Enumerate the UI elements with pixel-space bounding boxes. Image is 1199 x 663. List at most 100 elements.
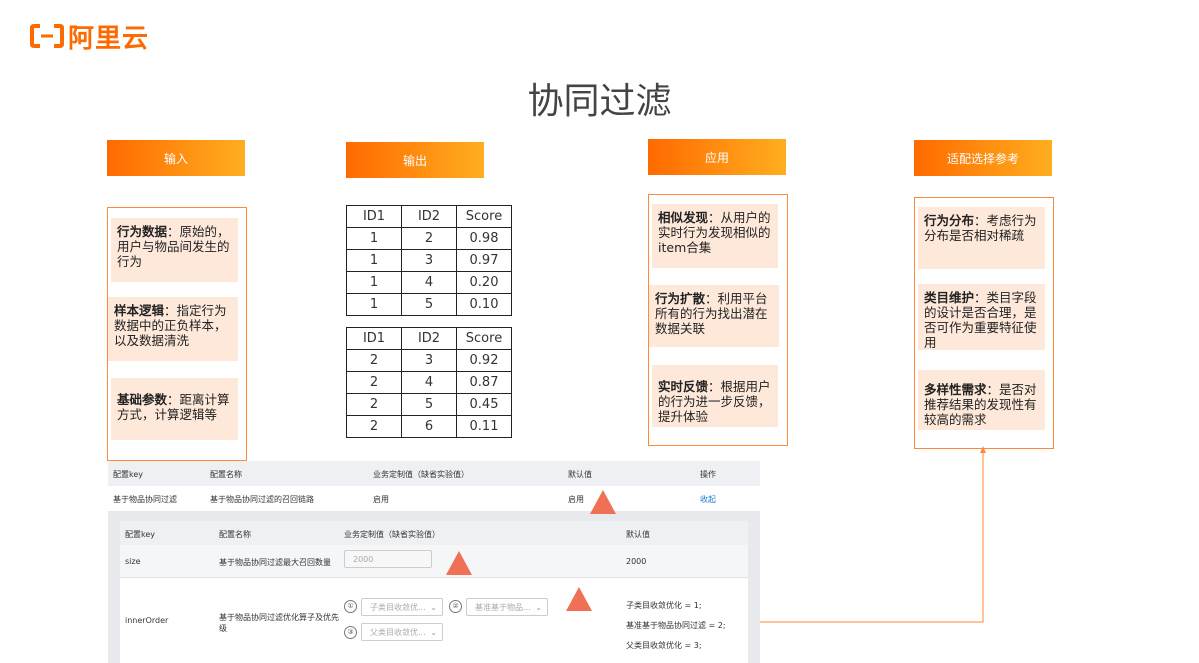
config-inner-wrapper: 配置key 配置名称 业务定制值（缺省实验值） 默认值 size 基于物品协同过… (108, 511, 760, 663)
table-header: Score (456, 327, 512, 350)
select-value: 父类目收敛优... (370, 628, 426, 637)
application-card-3: 实时反馈：根据用户的行为进一步反馈，提升体验 (652, 365, 778, 427)
aliyun-logo: 阿里云 (30, 20, 150, 54)
config-outer-table: 配置key 配置名称 业务定制值（缺省实验值） 默认值 操作 基于物品协同过滤 … (108, 461, 760, 511)
table-cell: 2 (346, 349, 402, 372)
table-row: 基于物品协同过滤 基于物品协同过滤的召回链路 启用 启用 收起 (108, 486, 760, 511)
table-row: 1 2 0.98 (346, 227, 512, 250)
config-key: size (125, 557, 141, 566)
card-title: 行为分布 (924, 213, 975, 228)
card-title: 基础参数 (117, 392, 168, 407)
connector-arrow (760, 446, 986, 623)
triangle-marker-icon (566, 587, 592, 611)
col-header: 默认值 (568, 470, 592, 479)
col-header: 配置名称 (219, 530, 251, 539)
table-cell: 6 (401, 415, 457, 438)
card-title: 多样性需求 (924, 382, 987, 397)
input-card-3: 基础参数：距离计算方式，计算逻辑等 (111, 378, 238, 440)
table-row: 2 4 0.87 (346, 371, 512, 394)
input-header: 输入 (107, 140, 245, 176)
table-header: ID1 (346, 327, 402, 350)
page-title: 协同过滤 (527, 81, 672, 122)
card-title: 相似发现 (658, 210, 709, 225)
reference-header: 适配选择参考 (914, 140, 1052, 176)
col-header: 配置key (113, 470, 144, 479)
application-header: 应用 (648, 139, 786, 175)
select-value: 基准基于物品... (475, 603, 531, 612)
order-select-2[interactable]: 基准基于物品... ⌄ (466, 598, 548, 616)
default-order-line: 子类目收敛优化 = 1; (626, 601, 702, 610)
config-key: 基于物品协同过滤 (113, 495, 177, 504)
chevron-down-icon: ⌄ (430, 603, 437, 612)
default-order-line: 基准基于物品协同过滤 = 2; (626, 621, 726, 630)
col-header: 操作 (700, 470, 716, 479)
size-input[interactable]: 2000 (344, 550, 432, 568)
table-row: size 基于物品协同过滤最大召回数量 2000 2000 (120, 545, 748, 578)
table-cell: 4 (401, 271, 457, 294)
card-title: 实时反馈 (658, 379, 709, 394)
table-cell: 0.20 (456, 271, 512, 294)
output-table-1: ID1 ID2 Score 1 2 0.98 1 3 0.97 1 4 0.20 1 5 0.1… (346, 205, 512, 316)
order-select-1[interactable]: 子类目收敛优... ⌄ (361, 598, 443, 616)
config-name: 基于物品协同过滤优化算子及优先级 (219, 613, 339, 633)
table-cell: 3 (401, 349, 457, 372)
table-cell: 0.92 (456, 349, 512, 372)
table-cell: 0.87 (456, 371, 512, 394)
config-name: 基于物品协同过滤的召回链路 (210, 495, 314, 504)
table-row: 2 6 0.11 (346, 415, 512, 438)
config-default-value: 启用 (568, 495, 584, 504)
order-number-1: ① (344, 600, 357, 613)
input-card-1: 行为数据：原始的，用户与物品间发生的行为 (111, 218, 238, 282)
table-cell: 4 (401, 371, 457, 394)
order-select-3[interactable]: 父类目收敛优... ⌄ (361, 623, 443, 641)
table-header: Score (456, 205, 512, 228)
table-cell: 1 (346, 271, 402, 294)
application-card-2: 行为扩散：利用平台所有的行为找出潜在数据关联 (649, 285, 779, 347)
col-header: 业务定制值（缺省实验值） (373, 470, 469, 479)
card-title: 样本逻辑 (114, 303, 165, 318)
config-inner-header-row: 配置key 配置名称 业务定制值（缺省实验值） 默认值 (120, 521, 748, 545)
table-cell: 5 (401, 293, 457, 316)
card-title: 行为扩散 (655, 291, 706, 306)
table-cell: 0.45 (456, 393, 512, 416)
table-cell: 1 (346, 227, 402, 250)
triangle-marker-icon (446, 551, 472, 575)
triangle-marker-icon (590, 490, 616, 514)
table-cell: 0.11 (456, 415, 512, 438)
table-row: 2 5 0.45 (346, 393, 512, 416)
table-row: 1 4 0.20 (346, 271, 512, 294)
table-cell: 2 (346, 371, 402, 394)
collapse-link[interactable]: 收起 (700, 494, 716, 505)
output-table-2: ID1 ID2 Score 2 3 0.92 2 4 0.87 2 5 0.45 2 6 0.1… (346, 327, 512, 438)
input-card-2: 样本逻辑：指定行为数据中的正负样本，以及数据清洗 (108, 297, 238, 361)
table-row: innerOrder 基于物品协同过滤优化算子及优先级 ① 子类目收敛优... ⌄… (120, 578, 748, 663)
card-title: 类目维护 (924, 290, 975, 305)
col-header: 业务定制值（缺省实验值） (344, 530, 440, 539)
table-cell: 2 (401, 227, 457, 250)
table-cell: 1 (346, 249, 402, 272)
table-row: 1 3 0.97 (346, 249, 512, 272)
logo-text: 阿里云 (68, 23, 150, 54)
col-header: 配置名称 (210, 470, 242, 479)
order-number-3: ③ (344, 626, 357, 639)
reference-card-2: 类目维护：类目字段的设计是否合理，是否可作为重要特征使用 (918, 284, 1045, 350)
card-title: 行为数据 (117, 224, 168, 239)
config-inner-table: 配置key 配置名称 业务定制值（缺省实验值） 默认值 size 基于物品协同过… (120, 521, 748, 663)
table-cell: 0.98 (456, 227, 512, 250)
config-key: innerOrder (125, 616, 169, 625)
aliyun-logo-icon (30, 23, 64, 49)
table-header-row: ID1 ID2 Score (346, 327, 512, 350)
table-header-row: ID1 ID2 Score (346, 205, 512, 228)
select-value: 子类目收敛优... (370, 603, 426, 612)
config-name: 基于物品协同过滤最大召回数量 (219, 558, 331, 567)
table-cell: 0.97 (456, 249, 512, 272)
table-cell: 5 (401, 393, 457, 416)
table-row: 2 3 0.92 (346, 349, 512, 372)
table-cell: 3 (401, 249, 457, 272)
reference-card-3: 多样性需求：是否对推荐结果的发现性有较高的需求 (918, 370, 1045, 430)
config-default-value: 2000 (626, 557, 647, 566)
order-number-2: ② (449, 600, 462, 613)
chevron-down-icon: ⌄ (430, 628, 437, 637)
reference-card-1: 行为分布：考虑行为分布是否相对稀疏 (918, 207, 1045, 269)
col-header: 默认值 (626, 530, 650, 539)
